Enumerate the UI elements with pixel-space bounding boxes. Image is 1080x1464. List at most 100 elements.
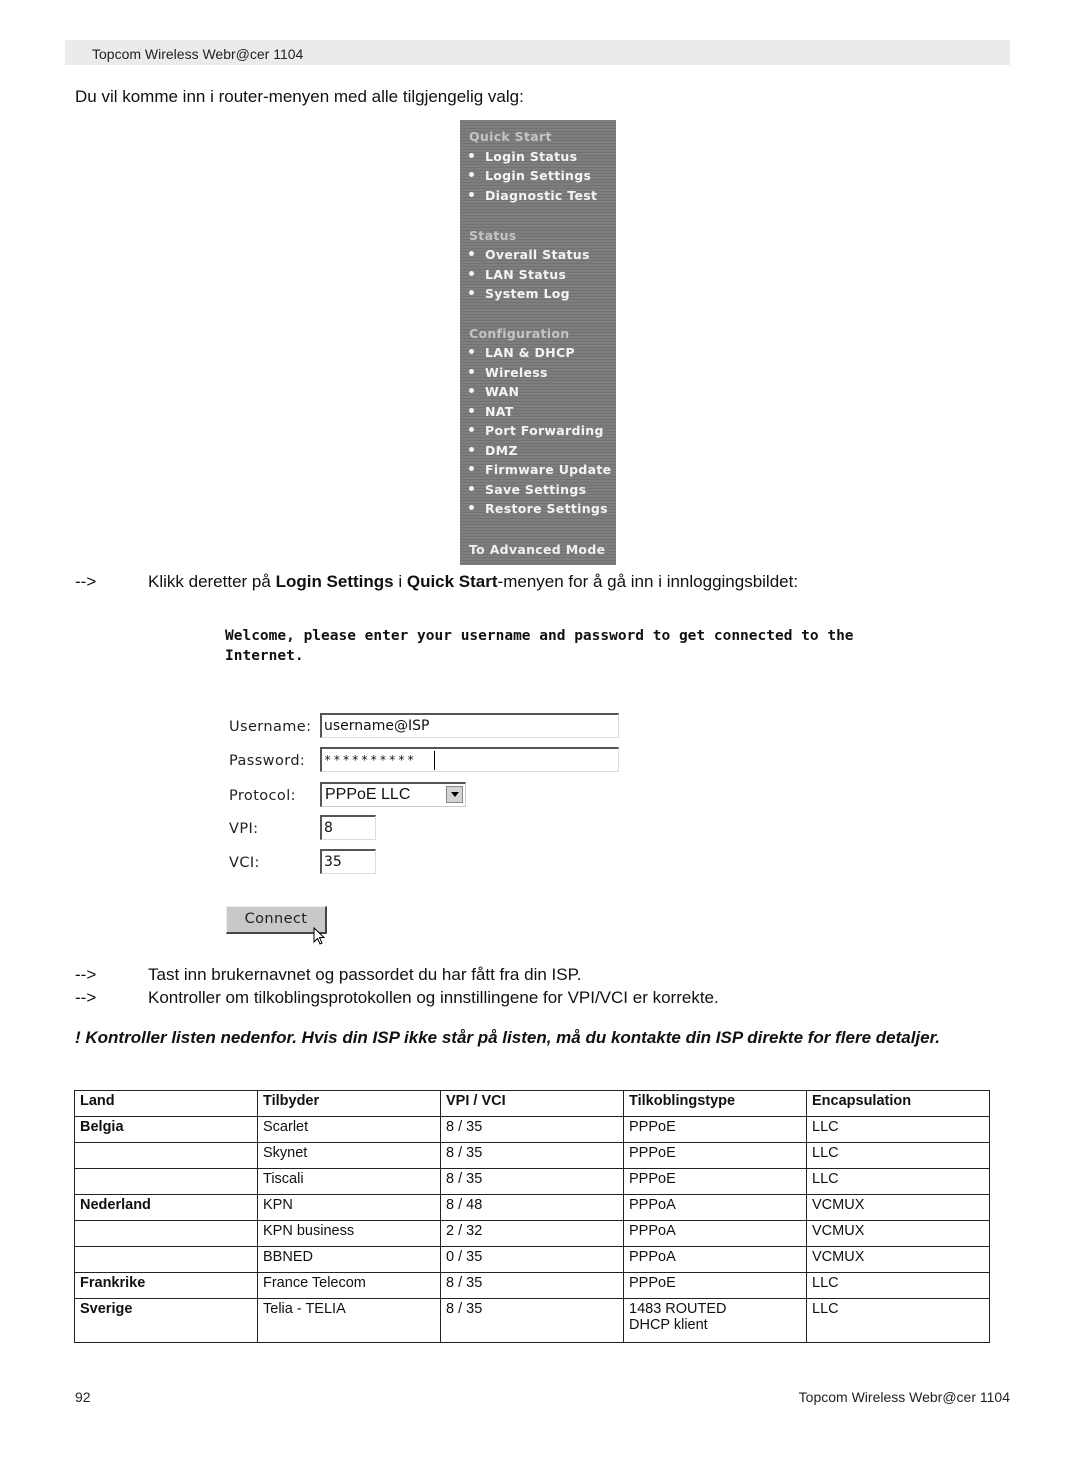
cell-vpi-vci: 8 / 48 [440,1194,624,1221]
mouse-pointer-icon [313,927,326,945]
menu-item-system-log[interactable]: System Log [469,286,570,301]
protocol-select[interactable]: PPPoE LLC [320,782,466,807]
bullet-icon [469,505,474,510]
cell-tilkoblingstype: PPPoE [623,1116,807,1143]
password-input[interactable] [320,747,619,772]
bullet-icon [469,172,474,177]
cell-vpi-vci: 8 / 35 [440,1116,624,1143]
cell-vpi-vci: 8 / 35 [440,1298,624,1343]
bullet-icon [469,251,474,256]
connect-button[interactable]: Connect [226,906,327,934]
advanced-mode-link[interactable]: To Advanced Mode [469,542,605,557]
welcome-message: Welcome, please enter your username and … [225,628,854,664]
text-caret [434,751,435,770]
menu-item-save-settings[interactable]: Save Settings [469,482,586,497]
menu-item-login-settings[interactable]: Login Settings [469,168,591,183]
cell-land [74,1142,258,1169]
cell-tilkoblingstype: PPPoE [623,1142,807,1169]
table-row: KPN business 2 / 32 PPPoA VCMUX [74,1220,990,1247]
bullet-icon [469,447,474,452]
table-row: Belgia Scarlet 8 / 35 PPPoE LLC [74,1116,990,1143]
cell-vpi-vci: 2 / 32 [440,1220,624,1247]
cell-tilbyder: Skynet [257,1142,441,1169]
cell-vpi-vci: 8 / 35 [440,1168,624,1195]
cell-tilbyder: Telia - TELIA [257,1298,441,1343]
cell-tilkoblingstype: PPPoA [623,1246,807,1273]
column-header: VPI / VCI [440,1090,624,1117]
cell-land: Sverige [74,1298,258,1343]
menu-item-login-status[interactable]: Login Status [469,149,577,164]
menu-section-status: Status [469,228,517,243]
cell-encapsulation: LLC [806,1272,990,1299]
cell-land: Frankrike [74,1272,258,1299]
vci-label: VCI: [229,855,260,871]
cell-vpi-vci: 8 / 35 [440,1272,624,1299]
cell-tilbyder: France Telecom [257,1272,441,1299]
cell-land: Belgia [74,1116,258,1143]
bullet-icon [469,153,474,158]
chevron-down-icon[interactable] [446,786,463,803]
cell-tilbyder: BBNED [257,1246,441,1273]
menu-item-diagnostic-test[interactable]: Diagnostic Test [469,188,597,203]
menu-item-port-forwarding[interactable]: Port Forwarding [469,423,604,438]
cell-encapsulation: LLC [806,1116,990,1143]
cell-tilbyder: KPN business [257,1220,441,1247]
menu-item-wan[interactable]: WAN [469,384,519,399]
cell-land: Nederland [74,1194,258,1221]
menu-section-quick-start: Quick Start [469,129,552,144]
menu-item-lan-status[interactable]: LAN Status [469,267,566,282]
bullet-icon [469,388,474,393]
vpi-label: VPI: [229,821,259,837]
column-header: Tilkoblingstype [623,1090,807,1117]
menu-item-nat[interactable]: NAT [469,404,514,419]
cell-encapsulation: LLC [806,1168,990,1195]
menu-item-lan-dhcp[interactable]: LAN & DHCP [469,345,575,360]
isp-table: Land Tilbyder VPI / VCI Tilkoblingstype … [74,1090,990,1343]
cell-encapsulation: LLC [806,1142,990,1169]
menu-item-overall-status[interactable]: Overall Status [469,247,590,262]
bullet-icon [469,349,474,354]
bullet-icon [469,271,474,276]
vpi-input[interactable] [320,815,376,840]
cell-tilkoblingstype: PPPoA [623,1194,807,1221]
cell-tilkoblingstype: PPPoE [623,1168,807,1195]
column-header: Tilbyder [257,1090,441,1117]
intro-text: Du vil komme inn i router-menyen med all… [75,87,524,106]
username-input[interactable] [320,713,619,738]
menu-item-firmware-update[interactable]: Firmware Update [469,462,611,477]
page-number: 92 [75,1389,91,1405]
cell-encapsulation: VCMUX [806,1220,990,1247]
menu-item-restore-settings[interactable]: Restore Settings [469,501,608,516]
cell-vpi-vci: 0 / 35 [440,1246,624,1273]
bullet-icon [469,408,474,413]
bullet-icon [469,369,474,374]
cell-tilbyder: Scarlet [257,1116,441,1143]
table-row: BBNED 0 / 35 PPPoA VCMUX [74,1246,990,1273]
vci-input[interactable] [320,849,376,874]
instruction-check-protocol: --> Kontroller om tilkoblingsprotokollen … [75,988,719,1007]
table-row: Nederland KPN 8 / 48 PPPoA VCMUX [74,1194,990,1221]
cell-encapsulation: VCMUX [806,1194,990,1221]
arrow-marker: --> [75,988,97,1007]
menu-item-wireless[interactable]: Wireless [469,365,548,380]
instruction-enter-credentials: --> Tast inn brukernavnet og passordet du… [75,965,582,984]
table-row: Skynet 8 / 35 PPPoE LLC [74,1142,990,1169]
table-header-row: Land Tilbyder VPI / VCI Tilkoblingstype … [74,1090,990,1117]
menu-item-dmz[interactable]: DMZ [469,443,518,458]
bullet-icon [469,486,474,491]
cell-land [74,1246,258,1273]
column-header: Encapsulation [806,1090,990,1117]
protocol-label: Protocol: [229,788,296,804]
cell-land [74,1168,258,1195]
header-title: Topcom Wireless Webr@cer 1104 [92,46,304,62]
bullet-icon [469,427,474,432]
cell-encapsulation: LLC [806,1298,990,1343]
instruction-login-settings: --> Klikk deretter på Login Settings i Qu… [75,572,799,591]
router-menu: Quick Start Login Status Login Settings … [460,120,616,565]
cell-land [74,1220,258,1247]
cell-tilkoblingstype: 1483 ROUTED DHCP klient [623,1298,807,1343]
cell-tilbyder: Tiscali [257,1168,441,1195]
arrow-marker: --> [75,572,97,591]
table-row: Tiscali 8 / 35 PPPoE LLC [74,1168,990,1195]
password-label: Password: [229,753,306,769]
